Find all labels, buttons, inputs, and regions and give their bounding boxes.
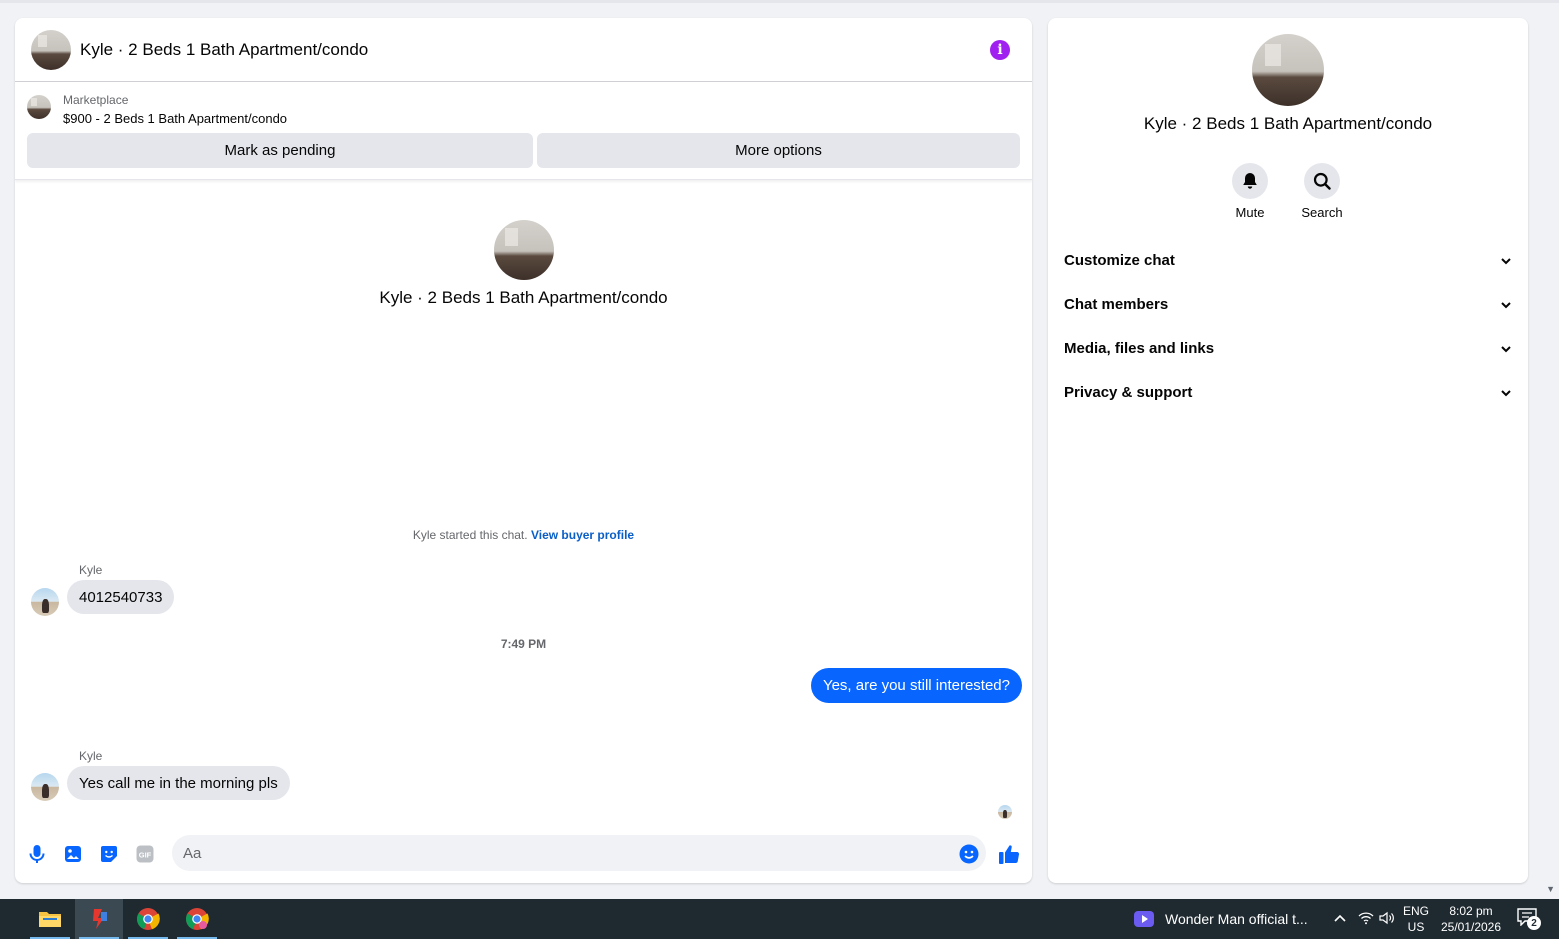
file-explorer-icon[interactable]: [26, 899, 74, 939]
chat-started-notice: Kyle started this chat. View buyer profi…: [15, 528, 1032, 542]
notification-center-icon[interactable]: 2: [1517, 908, 1541, 930]
windows-taskbar: Wonder Man official t... ENG US 8:02 pm …: [0, 899, 1559, 939]
view-buyer-profile-link[interactable]: View buyer profile: [531, 528, 634, 542]
listing-thumbnail[interactable]: [27, 95, 51, 119]
thumbs-up-icon[interactable]: [998, 843, 1020, 865]
task-view-icon[interactable]: [0, 899, 12, 939]
message-bubble-incoming[interactable]: 4012540733: [67, 580, 175, 614]
section-privacy-support[interactable]: Privacy & support: [1048, 370, 1528, 414]
mute-action[interactable]: Mute: [1210, 163, 1290, 220]
chevron-down-icon: [1500, 296, 1512, 313]
chevron-down-icon: [1500, 340, 1512, 357]
scroll-down-arrow-icon[interactable]: ▼: [1546, 884, 1555, 894]
section-label: Privacy & support: [1064, 383, 1193, 401]
search-action[interactable]: Search: [1282, 163, 1362, 220]
message-bubble-incoming[interactable]: Yes call me in the morning pls: [67, 766, 290, 800]
media-title: Wonder Man official t...: [1165, 911, 1308, 927]
chevron-down-icon: [1500, 384, 1512, 401]
section-label: Chat members: [1064, 295, 1169, 313]
section-label: Media, files and links: [1064, 339, 1215, 357]
language-indicator[interactable]: ENG US: [1403, 903, 1429, 935]
system-clock[interactable]: 8:02 pm 25/01/2026: [1440, 903, 1502, 935]
intro-avatar[interactable]: [494, 220, 554, 280]
message-bubble-outgoing[interactable]: Yes, are you still interested?: [810, 668, 1022, 703]
message-input[interactable]: [172, 835, 986, 871]
photo-icon[interactable]: [62, 843, 84, 865]
listing-banner: Marketplace $900 - 2 Beds 1 Bath Apartme…: [15, 82, 1032, 180]
section-label: Customize chat: [1064, 251, 1175, 269]
region-code: US: [1407, 920, 1425, 934]
listing-description[interactable]: $900 - 2 Beds 1 Bath Apartment/condo: [63, 111, 287, 126]
network-icon[interactable]: [1358, 911, 1374, 930]
chat-header: Kyle · 2 Beds 1 Bath Apartment/condo i: [15, 18, 1032, 82]
video-app-icon: [1134, 911, 1154, 927]
info-icon[interactable]: i: [990, 40, 1010, 60]
seen-indicator-avatar: [998, 805, 1012, 819]
clock-time: 8:02 pm: [1449, 904, 1493, 918]
volume-icon[interactable]: [1379, 911, 1395, 930]
details-name: Kyle · 2 Beds 1 Bath Apartment/condo: [1143, 114, 1433, 133]
sender-avatar[interactable]: [31, 773, 59, 801]
app-icon[interactable]: [75, 899, 123, 939]
chevron-up-icon[interactable]: [1333, 911, 1347, 930]
started-text: Kyle started this chat.: [412, 528, 528, 542]
details-avatar[interactable]: [1252, 34, 1324, 106]
language-code: ENG: [1403, 904, 1430, 918]
media-notification[interactable]: Wonder Man official t...: [1133, 899, 1308, 939]
section-media-files-links[interactable]: Media, files and links: [1048, 326, 1528, 370]
clock-date: 25/01/2026: [1440, 920, 1502, 934]
search-icon[interactable]: [1304, 163, 1340, 199]
mute-label: Mute: [1235, 205, 1265, 220]
chat-avatar[interactable]: [31, 29, 71, 70]
message-sender: Kyle: [79, 749, 103, 763]
message-sender: Kyle: [79, 563, 103, 577]
chrome-profile-icon[interactable]: [173, 899, 221, 939]
mark-pending-button[interactable]: Mark as pending: [27, 133, 533, 168]
notification-badge: 2: [1527, 916, 1541, 930]
listing-source: Marketplace: [63, 93, 129, 107]
gif-icon-label: GIF: [139, 851, 152, 860]
section-customize-chat[interactable]: Customize chat: [1048, 238, 1528, 282]
chevron-down-icon: [1500, 252, 1512, 269]
sticker-icon[interactable]: [98, 843, 120, 865]
message-composer: GIF: [15, 830, 1032, 880]
chat-title[interactable]: Kyle · 2 Beds 1 Bath Apartment/condo: [80, 40, 368, 60]
gif-icon[interactable]: GIF: [134, 843, 156, 865]
more-options-button[interactable]: More options: [537, 133, 1020, 168]
chat-details-panel: Kyle · 2 Beds 1 Bath Apartment/condo Mut…: [1048, 18, 1528, 883]
search-label: Search: [1301, 205, 1343, 220]
chrome-icon[interactable]: [124, 899, 172, 939]
chat-panel: Kyle · 2 Beds 1 Bath Apartment/condo i M…: [15, 18, 1032, 883]
section-chat-members[interactable]: Chat members: [1048, 282, 1528, 326]
top-bar: [0, 0, 1559, 3]
emoji-icon[interactable]: [958, 843, 980, 865]
microphone-icon[interactable]: [26, 843, 48, 865]
sender-avatar[interactable]: [31, 588, 59, 616]
message-timestamp: 7:49 PM: [500, 637, 547, 651]
intro-name: Kyle · 2 Beds 1 Bath Apartment/condo: [379, 288, 668, 307]
bell-icon[interactable]: [1232, 163, 1268, 199]
